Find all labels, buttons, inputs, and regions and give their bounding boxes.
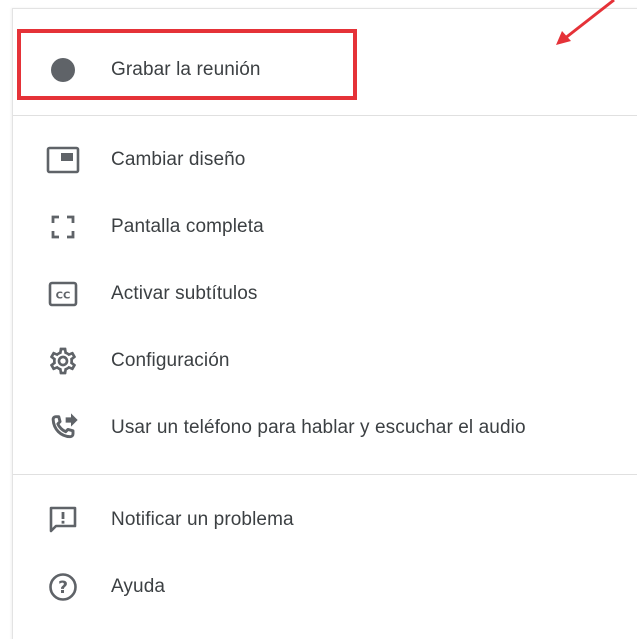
help-icon: ? — [46, 570, 80, 604]
fullscreen-icon — [46, 210, 80, 244]
menu-item-help[interactable]: ? Ayuda — [13, 557, 637, 617]
record-dot-icon — [46, 53, 80, 87]
menu-item-captions[interactable]: CC Activar subtítulos — [13, 264, 637, 324]
menu-item-label: Usar un teléfono para hablar y escuchar … — [111, 417, 526, 438]
menu-divider — [13, 474, 637, 475]
menu-item-label: Activar subtítulos — [111, 283, 258, 304]
menu-item-label: Pantalla completa — [111, 216, 264, 237]
menu-item-report-problem[interactable]: Notificar un problema — [13, 490, 637, 550]
menu-item-fullscreen[interactable]: Pantalla completa — [13, 197, 637, 257]
closed-captions-icon: CC — [46, 277, 80, 311]
menu-divider — [13, 115, 637, 116]
svg-text:?: ? — [58, 578, 68, 598]
menu-item-label: Ayuda — [111, 576, 166, 597]
phone-forward-icon — [46, 411, 80, 445]
feedback-icon — [46, 503, 80, 537]
gear-icon — [46, 344, 80, 378]
menu-item-label: Grabar la reunión — [111, 59, 261, 80]
menu-item-label: Notificar un problema — [111, 509, 294, 530]
menu-item-settings[interactable]: Configuración — [13, 331, 637, 391]
menu-item-label: Cambiar diseño — [111, 149, 246, 170]
menu-item-record-meeting[interactable]: Grabar la reunión — [13, 40, 637, 100]
menu-item-label: Configuración — [111, 350, 230, 371]
menu-item-use-phone-audio[interactable]: Usar un teléfono para hablar y escuchar … — [13, 398, 637, 458]
layout-icon — [46, 143, 80, 177]
menu-item-change-layout[interactable]: Cambiar diseño — [13, 130, 637, 190]
svg-text:CC: CC — [56, 291, 71, 302]
screenshot-stage: Grabar la reunión Cambiar diseño Pantall… — [0, 0, 637, 639]
more-options-menu: Grabar la reunión Cambiar diseño Pantall… — [12, 8, 637, 639]
